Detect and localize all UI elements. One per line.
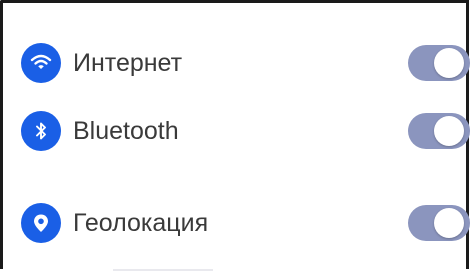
geolocation-toggle[interactable] bbox=[408, 205, 470, 241]
bluetooth-icon bbox=[21, 111, 61, 151]
settings-panel: Интернет Bluetooth Геолокация bbox=[0, 0, 470, 271]
setting-label: Интернет bbox=[73, 49, 183, 77]
bluetooth-toggle[interactable] bbox=[408, 113, 470, 149]
toggle-knob bbox=[434, 116, 464, 146]
setting-label: Bluetooth bbox=[73, 117, 179, 145]
setting-row-internet: Интернет bbox=[15, 43, 470, 83]
setting-label: Геолокация bbox=[73, 209, 209, 237]
setting-row-bluetooth: Bluetooth bbox=[15, 111, 470, 151]
internet-toggle[interactable] bbox=[408, 45, 470, 81]
location-pin-icon bbox=[21, 203, 61, 243]
toggle-knob bbox=[434, 208, 464, 238]
setting-row-geolocation: Геолокация bbox=[15, 203, 470, 243]
toggle-knob bbox=[434, 48, 464, 78]
wifi-icon bbox=[21, 43, 61, 83]
